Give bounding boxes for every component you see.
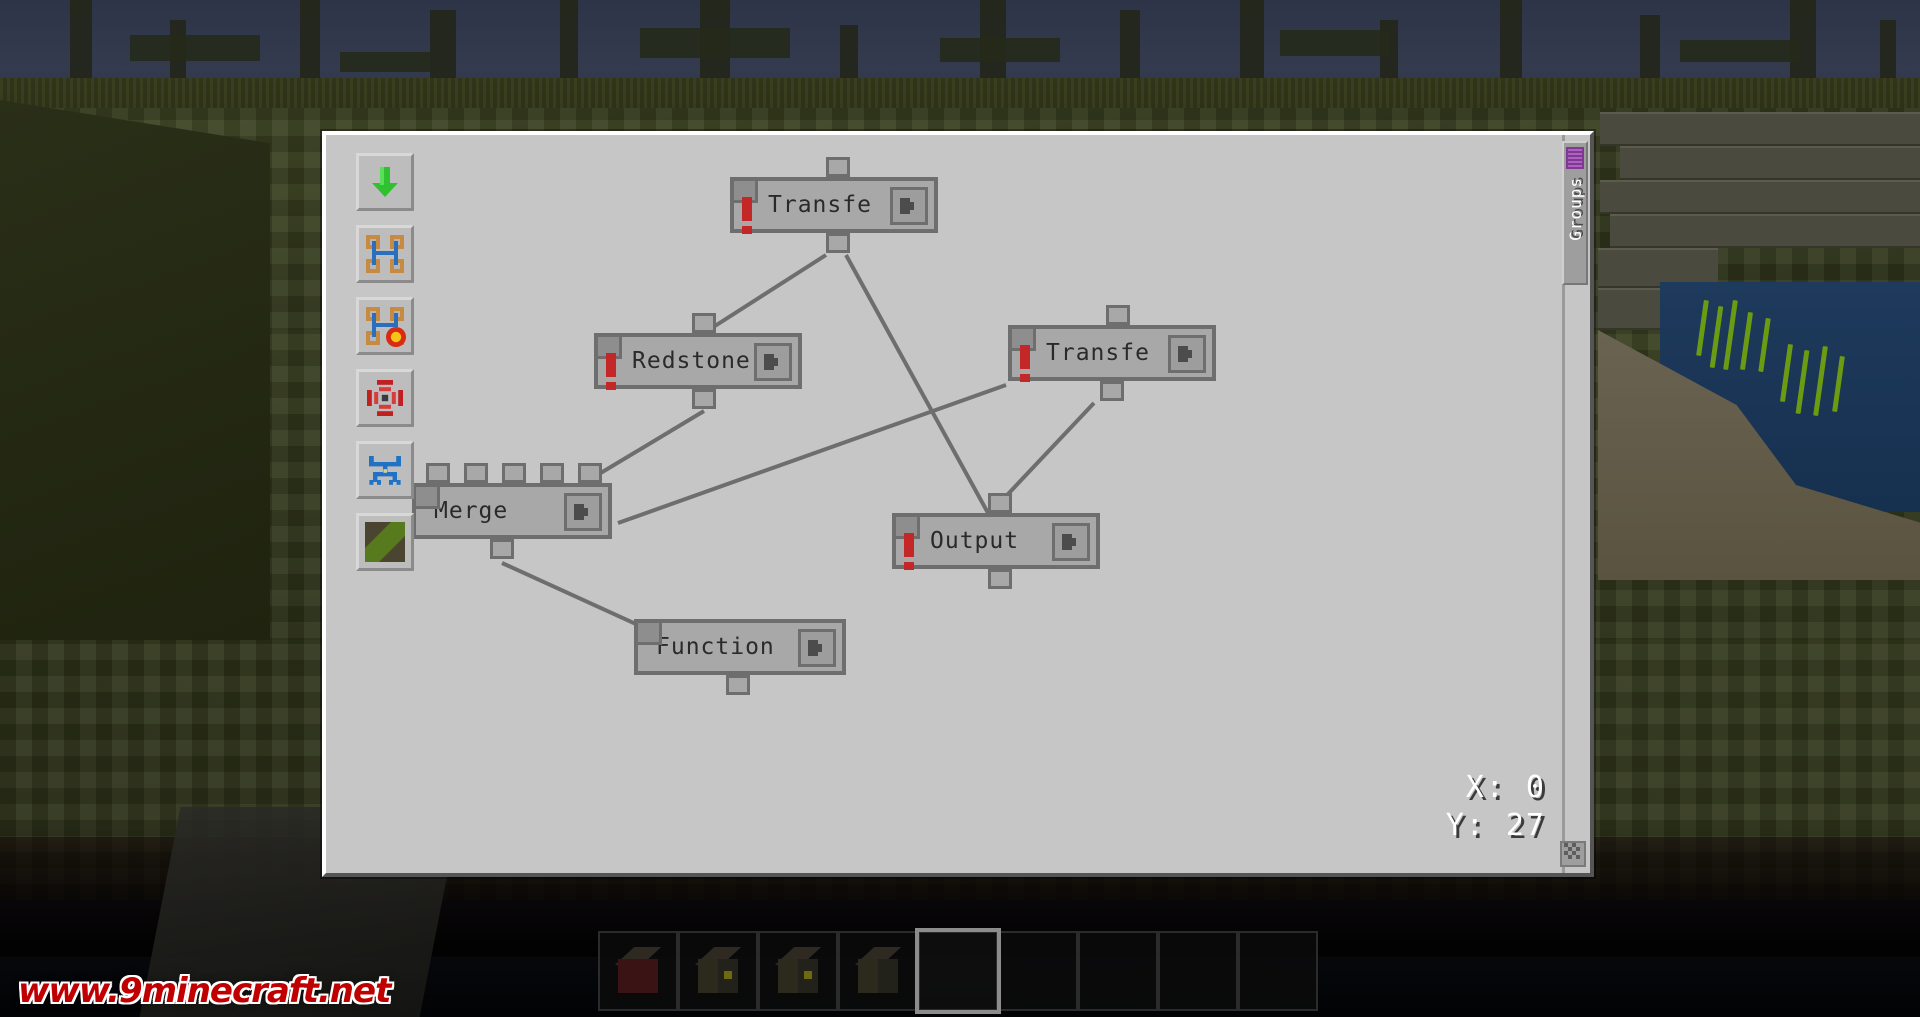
node-input-port[interactable] [578,463,602,483]
node-body[interactable]: Output [892,513,1100,570]
node-merge[interactable]: Merge [412,463,612,559]
node-redstone[interactable]: Redstone [594,313,802,409]
command-block-icon [774,947,822,995]
node-body[interactable]: Transfe [730,177,938,234]
site-watermark: www.9minecraft.net [18,971,391,1011]
wire-merge-to-function [501,561,639,627]
green-down-arrow-icon [366,163,404,201]
coordinate-readout: X: 0 Y: 27 [1446,769,1546,845]
node-transfer-top[interactable]: Transfe [730,157,938,253]
play-arrow-icon [1060,532,1082,552]
logic-programmer-panel: Transfe Redstone Transfe Merge Output Fu… [322,131,1594,877]
hotbar-slot[interactable] [1238,931,1318,1011]
stone-terrace [1610,214,1920,248]
node-body[interactable]: Function [634,619,846,675]
network-grid-icon [364,233,406,275]
tool-network-error-button[interactable] [356,297,414,355]
hotbar-slot[interactable] [838,931,918,1011]
node-input-port[interactable] [692,313,716,333]
play-arrow-icon [762,352,784,372]
node-transfer-right[interactable]: Transfe [1008,305,1216,401]
command-block-icon [854,947,902,995]
node-input-port[interactable] [502,463,526,483]
error-indicator-icon [1020,345,1030,382]
node-input-port[interactable] [464,463,488,483]
node-label: Merge [434,498,509,524]
node-output-port[interactable] [988,569,1012,589]
hotbar[interactable] [598,928,1322,1014]
node-label: Redstone [632,348,751,374]
node-run-button[interactable] [1052,523,1090,561]
groups-tab[interactable]: Groups [1562,141,1588,285]
error-indicator-icon [606,353,616,390]
hotbar-slot[interactable] [998,931,1078,1011]
wire-merge-to-redstone [582,409,706,485]
hotbar-slot[interactable] [598,931,678,1011]
node-corner-handle[interactable] [638,623,662,645]
groups-tab-label: Groups [1565,177,1585,241]
node-output-port[interactable] [1100,381,1124,401]
node-label: Transfe [768,192,872,218]
command-block-icon [694,947,742,995]
resize-grip[interactable] [1560,841,1586,867]
hotbar-slot[interactable] [1078,931,1158,1011]
wire-merge-to-transfer-right [617,383,1007,525]
tool-branch-button[interactable] [356,441,414,499]
stone-terrace [1600,180,1920,214]
coordinate-y: Y: 27 [1445,808,1546,843]
node-graph-canvas[interactable]: Transfe Redstone Transfe Merge Output Fu… [326,135,1590,873]
cliff-shadow [0,100,270,640]
node-run-button[interactable] [890,187,928,225]
hotbar-slot-selected[interactable] [915,928,1001,1014]
node-output-port[interactable] [726,675,750,695]
node-run-button[interactable] [1168,335,1206,373]
redstone-target-icon [365,378,405,418]
node-input-port[interactable] [988,493,1012,513]
node-label: Transfe [1046,340,1150,366]
group-stripes-icon [1566,147,1584,169]
node-body[interactable]: Transfe [1008,325,1216,382]
node-input-port[interactable] [540,463,564,483]
tool-palette [356,153,418,571]
node-input-port[interactable] [426,463,450,483]
hotbar-slot[interactable] [678,931,758,1011]
node-output-port[interactable] [490,539,514,559]
play-arrow-icon [806,638,828,658]
stone-terrace [1600,112,1920,146]
tool-redstone-button[interactable] [356,369,414,427]
node-input-port[interactable] [1106,305,1130,325]
play-arrow-icon [572,502,594,522]
error-indicator-icon [742,197,752,234]
node-corner-handle[interactable] [416,487,440,509]
hotbar-slot[interactable] [1158,931,1238,1011]
node-body[interactable]: Redstone [594,333,802,390]
wire-redstone-to-transfer-top [702,253,828,335]
green-block-icon [365,522,405,562]
wire-transfer-top-to-output [844,254,990,514]
node-function[interactable]: Function [634,619,846,695]
error-indicator-icon [904,533,914,570]
hotbar-slot[interactable] [758,931,838,1011]
tool-import-button[interactable] [356,153,414,211]
coordinate-x: X: 0 [1465,770,1546,805]
node-output[interactable]: Output [892,493,1100,589]
node-input-port[interactable] [826,157,850,177]
resize-grip-icon [1564,843,1582,865]
node-run-button[interactable] [754,343,792,381]
tool-network-button[interactable] [356,225,414,283]
node-run-button[interactable] [564,493,602,531]
tool-block-texture-button[interactable] [356,513,414,571]
node-label: Function [656,634,775,660]
network-grid-error-icon [364,305,406,347]
stone-terrace [1620,146,1920,180]
node-body[interactable]: Merge [412,483,612,539]
play-arrow-icon [1176,344,1198,364]
node-output-port[interactable] [826,233,850,253]
blue-branch-icon [365,450,405,490]
node-run-button[interactable] [798,629,836,667]
play-arrow-icon [898,196,920,216]
redstone-block-icon [614,947,662,995]
node-output-port[interactable] [692,389,716,409]
node-label: Output [930,528,1020,554]
